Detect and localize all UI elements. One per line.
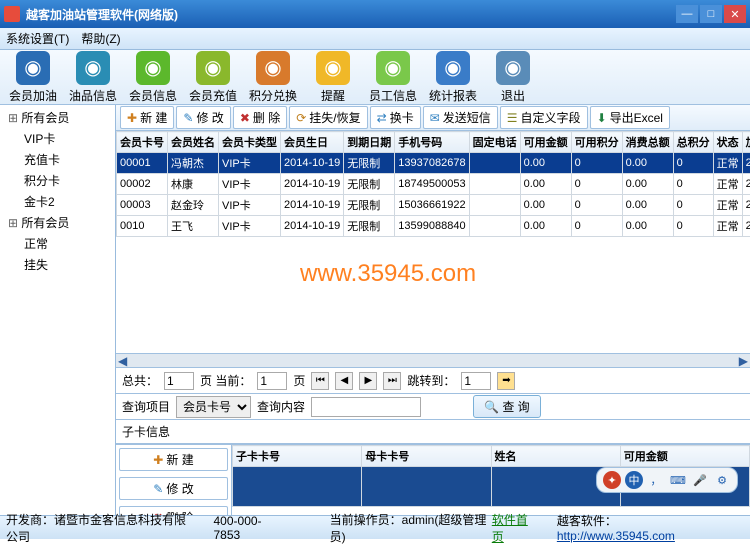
action-bar: ✚新 建 ✎修 改 ✖删 除 ⟳挂失/恢复 ⇄换卡 ✉发送短信 ☰自定义字段 ⬇…	[116, 105, 750, 131]
column-header[interactable]: 总积分	[673, 132, 713, 153]
send-sms-button[interactable]: ✉发送短信	[423, 106, 498, 129]
swap-card-button[interactable]: ⇄换卡	[370, 106, 421, 129]
tree-item[interactable]: 金卡2	[2, 191, 113, 212]
ime-logo-icon[interactable]: ✦	[603, 471, 621, 489]
ime-punct-icon[interactable]: ，	[647, 471, 665, 489]
toolbar-icon: ◉	[196, 51, 230, 85]
column-header[interactable]: 可用积分	[571, 132, 622, 153]
toolbar-icon: ◉	[376, 51, 410, 85]
window-title: 越客加油站管理软件(网络版)	[26, 6, 676, 23]
toolbar-icon: ◉	[76, 51, 110, 85]
column-header[interactable]: 到期日期	[344, 132, 395, 153]
tree-item[interactable]: 正常	[2, 233, 113, 254]
new-button[interactable]: ✚新 建	[120, 106, 174, 129]
search-field-select[interactable]: 会员卡号	[176, 396, 251, 418]
column-header[interactable]: 会员生日	[281, 132, 344, 153]
column-header[interactable]: 会员姓名	[168, 132, 219, 153]
table-row[interactable]: 00001冯朝杰VIP卡2014-10-19无限制139370826780.00…	[117, 153, 750, 174]
developer-label: 开发商：诸暨市金客信息科技有限公司	[6, 511, 198, 545]
main-toolbar: ◉会员加油◉油品信息◉会员信息◉会员充值◉积分兑换◉提醒◉员工信息◉统计报表◉退…	[0, 50, 750, 105]
toolbar-会员充值[interactable]: ◉会员充值	[184, 49, 242, 106]
horizontal-scrollbar[interactable]: ◀▶	[116, 353, 750, 367]
members-table-wrap[interactable]: 会员卡号会员姓名会员卡类型会员生日到期日期手机号码固定电话可用金额可用积分消费总…	[116, 131, 750, 353]
total-pages-input[interactable]	[164, 372, 194, 390]
ime-panel[interactable]: ✦ 中 ， ⌨ 🎤 ⚙	[596, 467, 738, 493]
subcard-column: 姓名	[491, 446, 620, 467]
menu-system[interactable]: 系统设置(T)	[6, 30, 69, 47]
menu-help[interactable]: 帮助(Z)	[81, 30, 120, 47]
toolbar-会员加油[interactable]: ◉会员加油	[4, 49, 62, 106]
sidebar-tree: 所有会员VIP卡充值卡积分卡金卡2所有会员正常挂失	[0, 105, 116, 515]
page-first-button[interactable]: ⏮	[311, 372, 329, 390]
toolbar-油品信息[interactable]: ◉油品信息	[64, 49, 122, 106]
toolbar-icon: ◉	[316, 51, 350, 85]
jump-go-button[interactable]: ➡	[497, 372, 515, 390]
statusbar: 开发商：诸暨市金客信息科技有限公司 400-000-7853 当前操作员：adm…	[0, 515, 750, 539]
export-excel-button[interactable]: ⬇导出Excel	[590, 106, 670, 129]
tree-item[interactable]: 所有会员	[2, 212, 113, 233]
toolbar-icon: ◉	[436, 51, 470, 85]
toolbar-icon: ◉	[136, 51, 170, 85]
table-row[interactable]: 00003赵金玲VIP卡2014-10-19无限制150366619220.00…	[117, 195, 750, 216]
subcard-edit-button[interactable]: ✎修 改	[119, 477, 228, 500]
jump-page-input[interactable]	[461, 372, 491, 390]
current-page-input[interactable]	[257, 372, 287, 390]
search-content-input[interactable]	[311, 397, 421, 417]
toolbar-统计报表[interactable]: ◉统计报表	[424, 49, 482, 106]
ime-settings-icon[interactable]: ⚙	[713, 471, 731, 489]
toolbar-积分兑换[interactable]: ◉积分兑换	[244, 49, 302, 106]
column-header[interactable]: 会员卡类型	[219, 132, 281, 153]
custom-fields-button[interactable]: ☰自定义字段	[500, 106, 588, 129]
lost-restore-button[interactable]: ⟳挂失/恢复	[289, 106, 367, 129]
toolbar-icon: ◉	[496, 51, 530, 85]
close-button[interactable]: ✕	[724, 5, 746, 23]
ime-keyboard-icon[interactable]: ⌨	[669, 471, 687, 489]
search-bar: 查询项目 会员卡号 查询内容 🔍 查 询	[116, 393, 750, 419]
column-header[interactable]: 加入时间	[742, 132, 750, 153]
vendor-url-link[interactable]: http://www.35945.com	[557, 529, 675, 543]
tree-item[interactable]: VIP卡	[2, 128, 113, 149]
toolbar-退出[interactable]: ◉退出	[484, 49, 542, 106]
column-header[interactable]: 手机号码	[395, 132, 469, 153]
pager: 总共： 页 当前： 页 ⏮ ◀ ▶ ⏭ 跳转到： ➡	[116, 367, 750, 393]
members-table: 会员卡号会员姓名会员卡类型会员生日到期日期手机号码固定电话可用金额可用积分消费总…	[116, 131, 750, 237]
subcard-new-button[interactable]: ✚新 建	[119, 448, 228, 471]
minimize-button[interactable]: —	[676, 5, 698, 23]
phone-label: 400-000-7853	[214, 514, 284, 542]
tree-item[interactable]: 积分卡	[2, 170, 113, 191]
titlebar: 越客加油站管理软件(网络版) — □ ✕	[0, 0, 750, 28]
subcard-column: 母卡卡号	[362, 446, 491, 467]
column-header[interactable]: 会员卡号	[117, 132, 168, 153]
tree-item[interactable]: 挂失	[2, 254, 113, 275]
search-button[interactable]: 🔍 查 询	[473, 395, 541, 418]
table-row[interactable]: 00002林康VIP卡2014-10-19无限制187495000530.000…	[117, 174, 750, 195]
column-header[interactable]: 状态	[713, 132, 742, 153]
toolbar-icon: ◉	[16, 51, 50, 85]
column-header[interactable]: 消费总额	[622, 132, 673, 153]
page-last-button[interactable]: ⏭	[383, 372, 401, 390]
app-icon	[4, 6, 20, 22]
delete-button[interactable]: ✖删 除	[233, 106, 287, 129]
column-header[interactable]: 可用金额	[520, 132, 571, 153]
subcard-column: 子卡卡号	[233, 446, 362, 467]
tree-item[interactable]: 所有会员	[2, 107, 113, 128]
column-header[interactable]: 固定电话	[469, 132, 520, 153]
software-home-link[interactable]: 软件首页	[492, 511, 537, 545]
table-row[interactable]: 0010王飞VIP卡2014-10-19无限制135990888400.0000…	[117, 216, 750, 237]
tree-item[interactable]: 充值卡	[2, 149, 113, 170]
menubar: 系统设置(T) 帮助(Z)	[0, 28, 750, 50]
page-next-button[interactable]: ▶	[359, 372, 377, 390]
ime-lang-icon[interactable]: 中	[625, 471, 643, 489]
maximize-button[interactable]: □	[700, 5, 722, 23]
page-prev-button[interactable]: ◀	[335, 372, 353, 390]
subcard-title: 子卡信息	[116, 419, 750, 443]
subcard-column: 可用金额	[620, 446, 749, 467]
toolbar-icon: ◉	[256, 51, 290, 85]
edit-button[interactable]: ✎修 改	[176, 106, 230, 129]
toolbar-会员信息[interactable]: ◉会员信息	[124, 49, 182, 106]
ime-mic-icon[interactable]: 🎤	[691, 471, 709, 489]
toolbar-员工信息[interactable]: ◉员工信息	[364, 49, 422, 106]
toolbar-提醒[interactable]: ◉提醒	[304, 49, 362, 106]
